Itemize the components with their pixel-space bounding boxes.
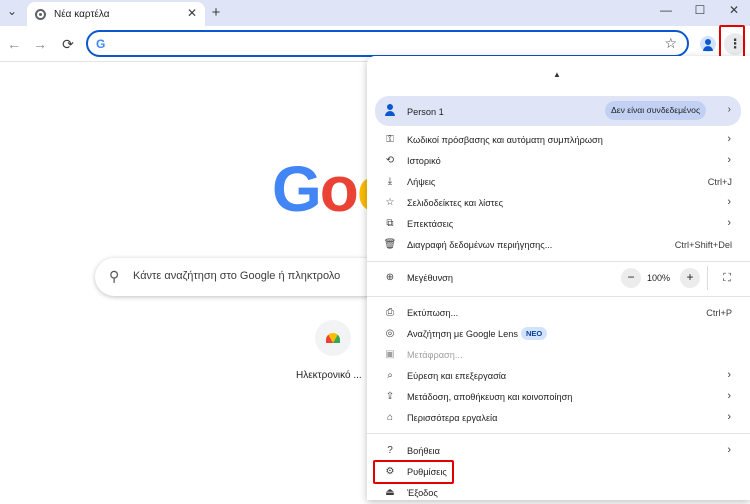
logo-letter: G <box>272 153 322 225</box>
menu-item-label: Κωδικοί πρόσβασης και αυτόματη συμπλήρωσ… <box>407 135 603 145</box>
menu-item-print[interactable]: ⎙ Εκτύπωση... Ctrl+P <box>367 303 750 324</box>
google-g-icon: G <box>96 37 106 51</box>
menu-item-translate: ▣ Μετάφραση... <box>367 345 750 366</box>
person-icon <box>383 103 397 117</box>
zoom-icon: ⊕ <box>385 272 395 283</box>
menu-item-label: Εκτύπωση... <box>407 308 459 318</box>
menu-item-exit[interactable]: ⏏ Έξοδος <box>367 483 750 504</box>
chevron-right-icon: › <box>727 154 731 166</box>
chevron-right-icon: › <box>727 390 731 402</box>
profile-row[interactable]: Person 1 Δεν είναι συνδεδεμένος › <box>375 96 741 126</box>
shortcut-tile[interactable] <box>315 320 351 356</box>
menu-item-label: Μεγέθυνση <box>407 273 453 283</box>
menu-item-google-lens[interactable]: ◎ Αναζήτηση με Google Lens <box>367 324 750 345</box>
menu-item-label: Αναζήτηση με Google Lens <box>407 329 518 339</box>
menu-item-find-edit[interactable]: ⌕ Εύρεση και επεξεργασία › <box>367 366 750 387</box>
exit-icon: ⏏ <box>385 487 395 498</box>
chevron-right-icon: › <box>727 196 731 208</box>
lens-icon: ◎ <box>385 328 395 339</box>
shortcut-favicon-icon <box>326 333 340 343</box>
shortcut-text: Ctrl+Shift+Del <box>674 240 732 250</box>
maximize-button[interactable]: ☐ <box>690 3 710 17</box>
logo-letter: o <box>319 153 359 225</box>
find-icon: ⌕ <box>387 370 393 381</box>
menu-item-label: Βοήθεια <box>407 446 440 456</box>
download-icon: ⤓ <box>387 176 393 187</box>
new-tab-button[interactable]: + <box>206 4 226 21</box>
zoom-level: 100% <box>647 273 671 283</box>
toolbox-icon: ⌂ <box>386 412 394 423</box>
new-badge: ΝΕΟ <box>521 327 548 340</box>
tab-close-icon[interactable]: ✕ <box>187 6 197 20</box>
shortcut-label[interactable]: Ηλεκτρονικό ... <box>296 370 362 381</box>
menu-item-label: Διαγραφή δεδομένων περιήγησης... <box>407 240 553 250</box>
menu-item-label: Μετάφραση... <box>407 350 463 360</box>
minimize-button[interactable]: — <box>656 3 676 17</box>
history-icon: ⟲ <box>385 155 395 166</box>
chevron-right-icon: › <box>727 411 731 423</box>
forward-button[interactable]: → <box>31 36 49 52</box>
search-placeholder[interactable]: Κάντε αναζήτηση στο Google ή πληκτρολο <box>133 270 340 282</box>
sign-in-status-badge[interactable]: Δεν είναι συνδεδεμένος <box>605 101 707 120</box>
profile-name: Person 1 <box>407 107 444 117</box>
menu-item-label: Έξοδος <box>407 488 438 498</box>
chevron-right-icon: › <box>727 369 731 381</box>
menu-item-label: Εύρεση και επεξεργασία <box>407 371 507 381</box>
menu-divider <box>367 261 750 262</box>
chevron-right-icon: › <box>727 217 731 229</box>
menu-item-label: Μετάδοση, αποθήκευση και κοινοποίηση <box>407 392 573 402</box>
address-bar[interactable]: G ☆ <box>86 30 689 57</box>
key-icon: ⚿ <box>386 134 394 145</box>
chevron-right-icon: › <box>727 104 731 115</box>
menu-item-more-tools[interactable]: ⌂ Περισσότερα εργαλεία › <box>367 408 750 429</box>
tab-strip: ⌄ Νέα καρτέλα ✕ + — ☐ ✕ <box>0 0 750 26</box>
tab-new-tab[interactable]: Νέα καρτέλα ✕ <box>27 2 205 26</box>
back-button[interactable]: ← <box>5 36 23 52</box>
menu-item-cast-save-share[interactable]: ⇪ Μετάδοση, αποθήκευση και κοινοποίηση › <box>367 387 750 408</box>
menu-item-history[interactable]: ⟲ Ιστορικό › <box>367 151 750 172</box>
menu-item-label: Περισσότερα εργαλεία <box>407 413 498 423</box>
print-icon: ⎙ <box>386 307 394 318</box>
bookmark-star-icon[interactable]: ☆ <box>664 35 677 52</box>
menu-divider <box>367 296 750 297</box>
settings-highlight <box>373 460 454 484</box>
chevron-right-icon: › <box>727 444 731 456</box>
tab-title: Νέα καρτέλα <box>54 8 110 20</box>
menu-item-clear-data[interactable]: 🗑 Διαγραφή δεδομένων περιήγησης... Ctrl+… <box>367 235 750 256</box>
reload-button[interactable]: ⟳ <box>59 36 77 53</box>
zoom-divider <box>707 266 708 290</box>
fullscreen-icon[interactable]: ⛶ <box>717 268 737 288</box>
shortcut-text: Ctrl+J <box>707 177 732 187</box>
shortcut-text: Ctrl+P <box>706 308 732 318</box>
chrome-icon <box>35 8 46 20</box>
menu-item-label: Σελιδοδείκτες και λίστες <box>407 198 504 208</box>
translate-icon: ▣ <box>385 349 395 360</box>
menu-item-extensions[interactable]: ⧉ Επεκτάσεις › <box>367 214 750 235</box>
zoom-out-button[interactable]: − <box>621 268 641 288</box>
search-box[interactable]: ⚲ Κάντε αναζήτηση στο Google ή πληκτρολο <box>95 258 385 296</box>
menu-item-help[interactable]: ? Βοήθεια › <box>367 441 750 462</box>
star-icon: ☆ <box>385 197 395 208</box>
menu-item-label: Λήψεις <box>407 177 436 187</box>
share-icon: ⇪ <box>385 391 395 402</box>
zoom-in-button[interactable]: + <box>680 268 700 288</box>
menu-caret-icon: ▲ <box>553 70 561 79</box>
tab-search-button[interactable]: ⌄ <box>2 4 22 18</box>
menu-item-label: Επεκτάσεις <box>407 219 454 229</box>
trash-icon: 🗑 <box>383 239 397 250</box>
menu-item-passwords[interactable]: ⚿ Κωδικοί πρόσβασης και αυτόματη συμπλήρ… <box>367 130 750 151</box>
puzzle-icon: ⧉ <box>386 218 394 229</box>
help-icon: ? <box>387 445 393 456</box>
menu-divider <box>367 433 750 434</box>
menu-item-bookmarks[interactable]: ☆ Σελιδοδείκτες και λίστες › <box>367 193 750 214</box>
menu-item-label: Ιστορικό <box>407 156 441 166</box>
chrome-menu: ▲ Person 1 Δεν είναι συνδεδεμένος › ⚿ Κω… <box>367 56 750 500</box>
profile-avatar-button[interactable] <box>700 36 716 52</box>
search-icon: ⚲ <box>109 268 120 284</box>
window-close-button[interactable]: ✕ <box>724 3 744 17</box>
menu-item-downloads[interactable]: ⤓ Λήψεις Ctrl+J <box>367 172 750 193</box>
chevron-right-icon: › <box>727 133 731 145</box>
